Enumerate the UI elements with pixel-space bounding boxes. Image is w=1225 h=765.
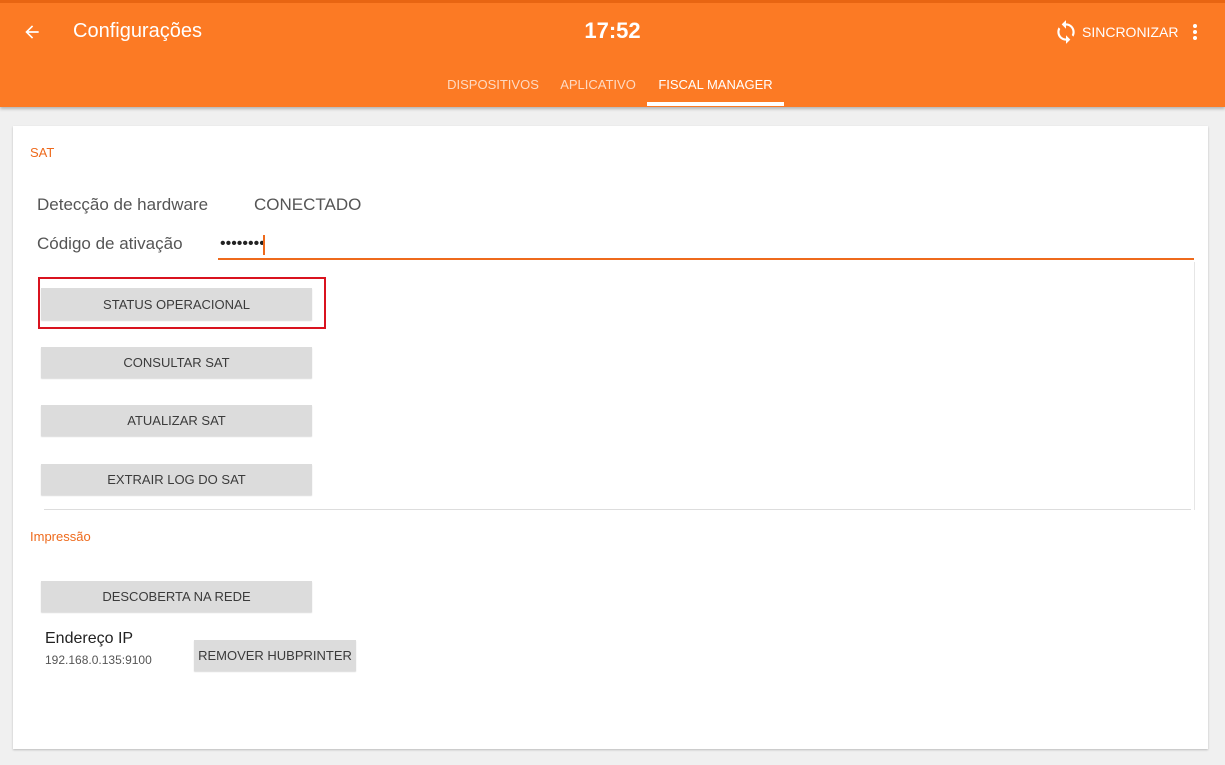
activation-code-label: Código de ativação	[37, 234, 183, 253]
tab-fiscal-manager[interactable]: FISCAL MANAGER	[647, 66, 784, 104]
descoberta-na-rede-button[interactable]: DESCOBERTA NA REDE	[41, 581, 312, 612]
hardware-detection-label: Detecção de hardware	[37, 195, 209, 214]
sync-icon	[1057, 20, 1075, 44]
text-cursor	[263, 235, 265, 255]
hardware-status-value: CONECTADO	[254, 195, 362, 214]
sync-label: SINCRONIZAR	[1082, 24, 1179, 40]
section-title-sat: SAT	[30, 145, 55, 160]
more-vert-icon	[1193, 24, 1197, 40]
settings-card	[13, 126, 1208, 749]
sync-button[interactable]: SINCRONIZAR	[1053, 18, 1178, 46]
tab-bar: DISPOSITIVOS APLICATIVO FISCAL MANAGER	[0, 66, 1225, 104]
activation-code-value: ••••••••	[220, 235, 265, 252]
more-options-button[interactable]	[1184, 18, 1206, 46]
remover-hubprinter-button[interactable]: REMOVER HUBPRINTER	[194, 640, 356, 671]
section-title-impressao: Impressão	[30, 529, 91, 544]
ip-address-label: Endereço IP	[45, 630, 134, 647]
page-title: Configurações	[73, 20, 202, 42]
status-operacional-button[interactable]: STATUS OPERACIONAL	[41, 288, 312, 320]
ip-address-value: 192.168.0.135:9100	[45, 653, 152, 667]
arrow-left-icon	[25, 25, 39, 39]
consultar-sat-button[interactable]: CONSULTAR SAT	[41, 347, 312, 378]
tab-dispositivos[interactable]: DISPOSITIVOS	[444, 66, 542, 104]
atualizar-sat-button[interactable]: ATUALIZAR SAT	[41, 405, 312, 436]
status-strip	[0, 0, 1225, 3]
tab-aplicativo[interactable]: APLICATIVO	[556, 66, 640, 104]
vertical-divider	[1194, 262, 1195, 510]
extrair-log-sat-button[interactable]: EXTRAIR LOG DO SAT	[41, 464, 312, 495]
back-button[interactable]	[18, 18, 46, 46]
section-divider	[44, 509, 1191, 510]
active-tab-indicator	[647, 102, 784, 106]
activation-code-input[interactable]: ••••••••	[218, 232, 1194, 260]
app-bar: Configurações 17:52 SINCRONIZAR DISPOSIT…	[0, 0, 1225, 107]
